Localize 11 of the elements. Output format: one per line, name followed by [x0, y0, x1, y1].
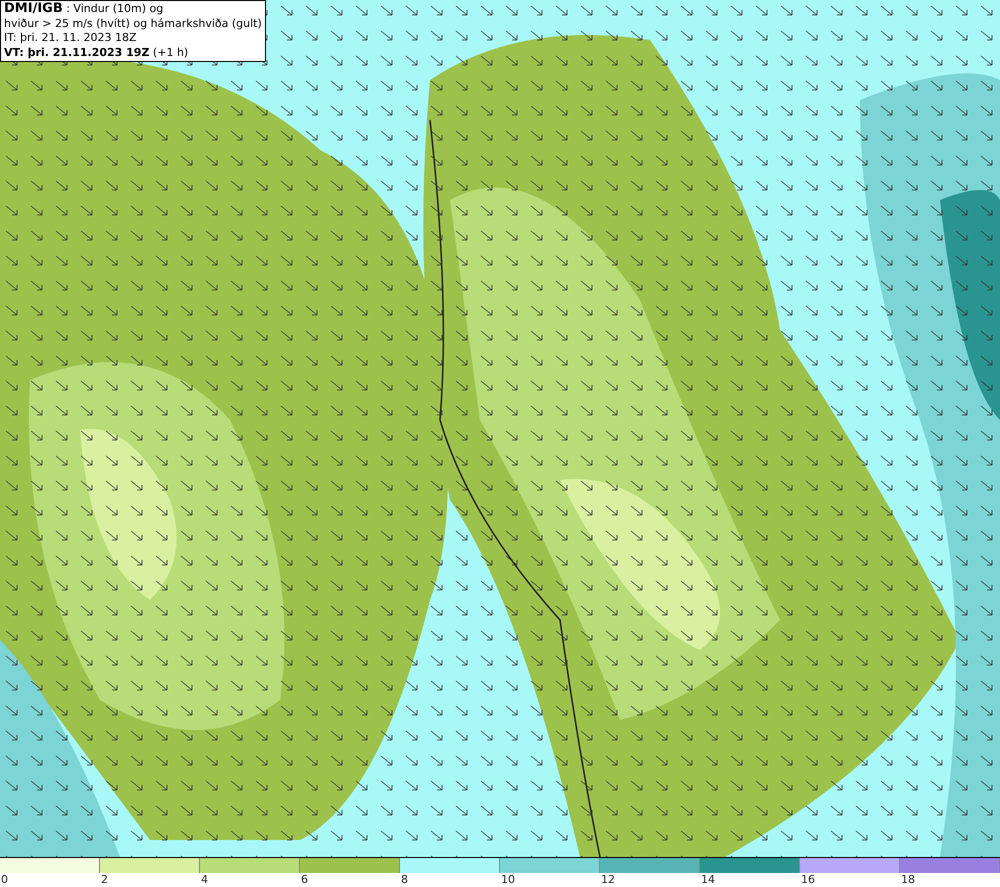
legend-label: 6 [301, 873, 308, 886]
legend-label: 8 [401, 873, 408, 886]
legend-label: 16 [801, 873, 815, 886]
legend-label: 2 [101, 873, 108, 886]
legend-label: 0 [1, 873, 8, 886]
map-caption: DMI/IGB : Vindur (10m) og hviður > 25 m/s (hvítt) og hámarkshviða (gult) IT: þri. 21. 11. 2023 18Z VT: þri. 21.11.2023 19Z (+1 h) [0, 0, 266, 62]
legend-label: 18 [901, 873, 915, 886]
legend-label: 10 [501, 873, 515, 886]
legend-label: 12 [601, 873, 615, 886]
legend-label: 4 [201, 873, 208, 886]
legend-label: 14 [701, 873, 715, 886]
